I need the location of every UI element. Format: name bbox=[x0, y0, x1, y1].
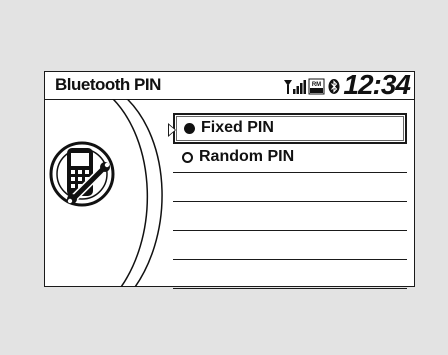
empty-list-row bbox=[173, 260, 407, 289]
phone-wrench-icon bbox=[49, 141, 115, 207]
roaming-text: RM bbox=[312, 82, 321, 88]
empty-list-row bbox=[173, 173, 407, 202]
clock: 12:34 bbox=[343, 69, 411, 100]
option-label: Random PIN bbox=[199, 148, 295, 165]
option-label: Fixed PIN bbox=[201, 119, 274, 136]
option-fixed-pin[interactable]: Fixed PIN bbox=[168, 113, 407, 144]
empty-list-row bbox=[173, 202, 407, 231]
signal-strength-icon bbox=[284, 80, 306, 94]
pin-option-menu: Fixed PIN Random PIN bbox=[168, 113, 407, 289]
phone-settings-graphic bbox=[49, 99, 163, 287]
arc-line-outer bbox=[125, 99, 163, 287]
screen-header: Bluetooth PIN RM 12:34 bbox=[45, 69, 414, 100]
empty-list-row bbox=[173, 231, 407, 260]
arc-line-inner bbox=[111, 99, 148, 287]
option-random-pin[interactable]: Random PIN bbox=[173, 144, 407, 173]
bluetooth-pin-screen: Bluetooth PIN RM 12:34 Fixed PIN Random … bbox=[44, 69, 415, 289]
status-icons: RM bbox=[284, 78, 340, 95]
page-title: Bluetooth PIN bbox=[55, 75, 161, 94]
bluetooth-icon bbox=[328, 79, 340, 94]
radio-selected-icon bbox=[184, 123, 195, 134]
selection-cursor-icon bbox=[168, 123, 176, 137]
radio-unselected-icon bbox=[182, 152, 193, 163]
roaming-icon: RM bbox=[308, 78, 325, 95]
